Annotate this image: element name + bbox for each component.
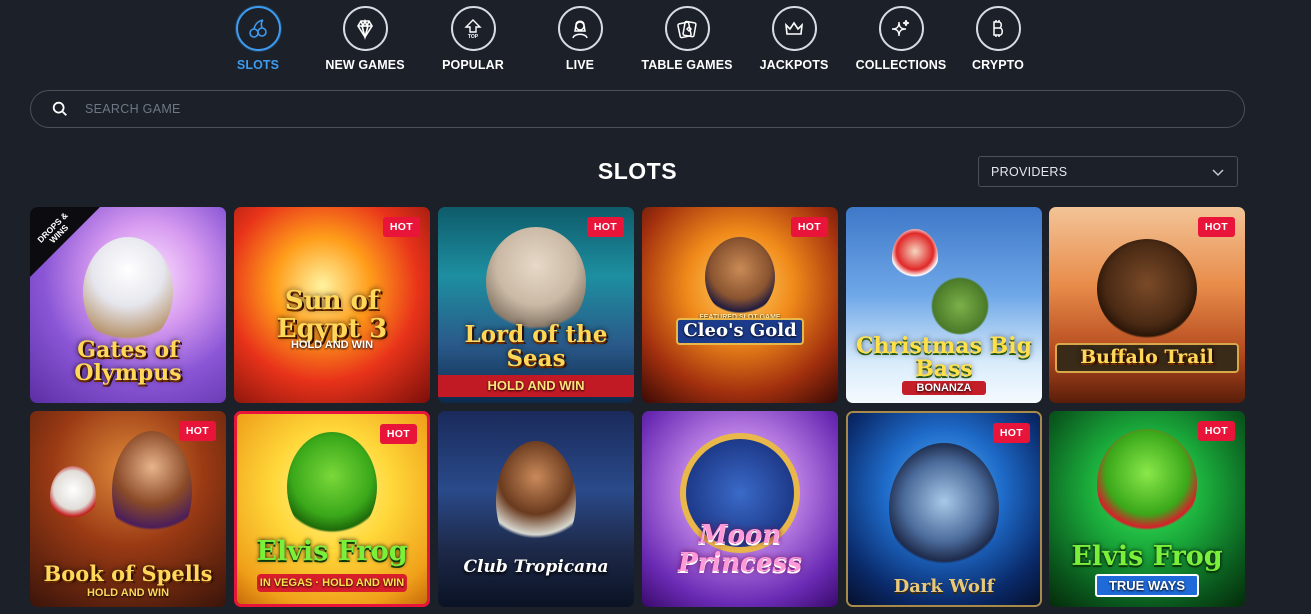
- nav-item-live[interactable]: LIVE: [525, 6, 635, 74]
- nav-label: POPULAR: [442, 58, 504, 72]
- nav-item-popular[interactable]: TOP POPULAR: [418, 6, 528, 74]
- hot-badge: HOT: [178, 421, 216, 441]
- hot-badge: HOT: [382, 217, 420, 237]
- game-character: [1097, 429, 1197, 539]
- diamond-icon: [342, 6, 388, 51]
- game-tile[interactable]: HOT Elvis Frog TRUE WAYS: [1049, 411, 1245, 607]
- dealer-icon: [557, 6, 603, 51]
- games-grid: DROPS & WINS Gates of Olympus HOT Sun of…: [30, 207, 1245, 612]
- game-character: [891, 229, 938, 285]
- game-owl: [50, 466, 97, 526]
- cherries-icon: [235, 6, 281, 51]
- game-title: Club Tropicana: [463, 557, 609, 578]
- search-input[interactable]: [85, 102, 1244, 116]
- game-tile[interactable]: HOT Elvis Frog IN VEGAS · HOLD AND WIN: [234, 411, 430, 607]
- game-title: Dark Wolf: [893, 576, 995, 598]
- nav-item-table-games[interactable]: TABLE GAMES: [632, 6, 742, 74]
- nav-item-collections[interactable]: COLLECTIONS: [846, 6, 956, 74]
- hot-badge: HOT: [1197, 217, 1235, 237]
- bitcoin-icon: [975, 6, 1021, 51]
- game-character: [287, 432, 377, 542]
- providers-dropdown[interactable]: PROVIDERS: [978, 156, 1238, 187]
- hot-badge: HOT: [1197, 421, 1235, 441]
- game-subtitle: HOLD AND WIN: [86, 587, 170, 599]
- nav-item-new-games[interactable]: NEW GAMES: [310, 6, 420, 74]
- game-title: Book of Spells: [43, 560, 213, 586]
- game-character: [496, 441, 576, 561]
- nav-label: LIVE: [565, 58, 595, 72]
- game-tile[interactable]: HOT Lord of the Seas HOLD AND WIN: [438, 207, 634, 403]
- search-icon: [51, 100, 69, 118]
- game-subtitle: IN VEGAS · HOLD AND WIN: [257, 574, 407, 592]
- nav-item-jackpots[interactable]: JACKPOTS: [739, 6, 849, 74]
- crown-icon: [771, 6, 817, 51]
- hot-badge: HOT: [586, 217, 624, 237]
- game-character: [889, 443, 999, 573]
- nav-label: TABLE GAMES: [641, 58, 733, 72]
- nav-label: COLLECTIONS: [855, 58, 947, 72]
- top-arrow-icon: TOP: [450, 6, 496, 51]
- game-character: [1097, 239, 1197, 339]
- game-title: Sun of Egypt 3: [276, 286, 388, 344]
- game-character: [705, 237, 775, 317]
- game-tile[interactable]: HOT Sun of Egypt 3 HOLD AND WIN: [234, 207, 430, 403]
- category-nav: SLOTS NEW GAMES TOP POPULAR LIVE TABLE G…: [0, 0, 1311, 80]
- game-subtitle: TRUE WAYS: [1095, 574, 1199, 597]
- nav-label: NEW GAMES: [325, 58, 405, 72]
- game-subtitle: HOLD AND WIN: [487, 378, 585, 393]
- game-title: Buffalo Trail: [1055, 343, 1239, 373]
- nav-item-crypto[interactable]: CRYPTO: [943, 6, 1053, 74]
- game-tile[interactable]: Moon Princess: [642, 411, 838, 607]
- nav-label: CRYPTO: [972, 58, 1024, 72]
- game-subtitle: HOLD AND WIN: [290, 339, 374, 351]
- svg-text:TOP: TOP: [468, 34, 479, 40]
- game-subtitle: BONANZA: [902, 381, 986, 395]
- hot-badge: HOT: [790, 217, 828, 237]
- game-tile[interactable]: DROPS & WINS Gates of Olympus: [30, 207, 226, 403]
- cards-icon: [664, 6, 710, 51]
- hot-badge: HOT: [379, 424, 417, 444]
- game-title: Christmas Big Bass: [856, 332, 1032, 382]
- nav-item-slots[interactable]: SLOTS: [203, 6, 313, 74]
- sparkles-icon: [878, 6, 924, 51]
- game-tile[interactable]: HOT FEATURED SLOT GAME Cleo's Gold: [642, 207, 838, 403]
- search-bar[interactable]: [30, 90, 1245, 128]
- chevron-down-icon: [1212, 168, 1224, 176]
- game-tile[interactable]: HOT Dark Wolf: [846, 411, 1042, 607]
- game-tile[interactable]: Christmas Big Bass BONANZA: [846, 207, 1042, 403]
- game-title: Lord of the Seas: [464, 320, 608, 372]
- game-title: Cleo's Gold: [676, 318, 804, 345]
- nav-label: JACKPOTS: [759, 58, 829, 72]
- game-tile[interactable]: HOT Buffalo Trail: [1049, 207, 1245, 403]
- game-tile[interactable]: Club Tropicana: [438, 411, 634, 607]
- game-title: Moon Princess: [678, 520, 802, 578]
- game-character: [111, 431, 192, 551]
- game-title: Elvis Frog: [256, 535, 408, 567]
- game-tile[interactable]: HOT Book of Spells HOLD AND WIN: [30, 411, 226, 607]
- game-title: Gates of Olympus: [74, 336, 182, 386]
- game-fish: [924, 277, 995, 335]
- nav-label: SLOTS: [236, 58, 280, 72]
- game-title: Elvis Frog: [1071, 540, 1223, 572]
- hot-badge: HOT: [992, 423, 1030, 443]
- providers-label: PROVIDERS: [991, 164, 1068, 179]
